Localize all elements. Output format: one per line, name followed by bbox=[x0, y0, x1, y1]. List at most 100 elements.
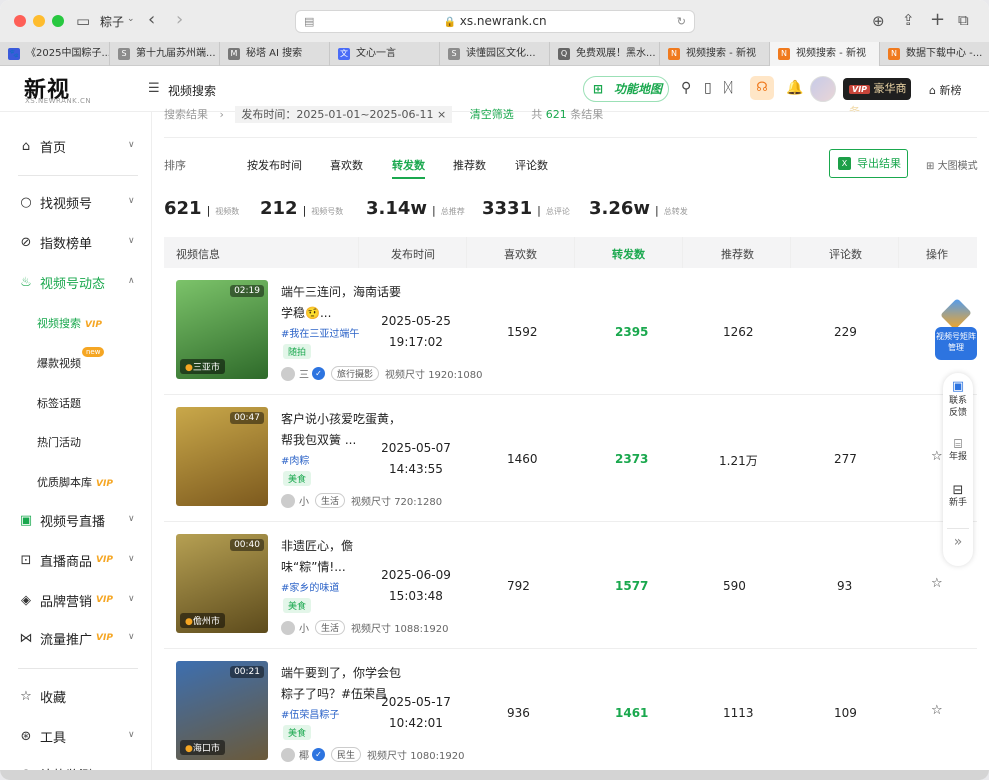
sidebar-item-brand-marketing[interactable]: ◈ 品牌营销 VIP bbox=[18, 590, 113, 610]
sidebar-item-scripts[interactable]: 优质脚本库 VIP bbox=[37, 474, 113, 490]
avatar[interactable] bbox=[810, 76, 836, 102]
table-row[interactable]: 00:40 ●儋州市 非遗匠心，儋味“粽”情!... #家乡的味道 美食小生活 视频尺寸 … bbox=[164, 522, 977, 649]
crumb-results[interactable]: 搜索结果 bbox=[164, 108, 208, 121]
chevron-down-icon[interactable]: ∨ bbox=[128, 594, 135, 604]
sidebar-item-hot-events[interactable]: 热门活动 bbox=[37, 434, 81, 450]
home-link[interactable]: ⌂ 新榜 bbox=[929, 82, 961, 98]
sort-option[interactable]: 按发布时间 bbox=[247, 157, 302, 173]
scrollbar-track[interactable] bbox=[0, 770, 989, 780]
table-row[interactable]: 00:47 客户说小孩爱吃蛋黄，帮我包双簧 ... #肉粽 美食小生活 视频尺寸 720… bbox=[164, 395, 977, 522]
video-hashtag[interactable]: #我在三亚过端午 bbox=[281, 325, 359, 340]
chevron-down-icon[interactable]: ⌄ bbox=[127, 14, 135, 24]
headset-icon[interactable]: ☊ bbox=[750, 76, 774, 100]
sidebar-item-home[interactable]: ⌂ 首页 bbox=[18, 136, 66, 156]
column-header[interactable]: 视频信息 bbox=[176, 246, 220, 262]
browser-tab[interactable]: S 读懂园区文化... bbox=[440, 42, 550, 66]
menu-icon[interactable]: ☰ bbox=[148, 81, 160, 96]
search-icon[interactable]: ⚲ bbox=[681, 80, 691, 96]
column-header[interactable]: 操作 bbox=[926, 246, 948, 262]
column-header[interactable]: 转发数 bbox=[612, 246, 645, 262]
author-name[interactable]: 三 bbox=[299, 366, 309, 381]
close-window-button[interactable] bbox=[14, 15, 26, 27]
browser-tab[interactable]: Q 免费观展！黑水... bbox=[550, 42, 660, 66]
favorite-star-icon[interactable]: ☆ bbox=[931, 449, 943, 464]
chevron-up-icon[interactable]: ∧ bbox=[128, 276, 135, 286]
vip-badge[interactable]: VIP 豪华商务 bbox=[843, 78, 911, 118]
forward-icon[interactable]: › bbox=[176, 9, 183, 30]
video-thumbnail[interactable]: 00:21 ●海口市 bbox=[176, 661, 268, 760]
column-header[interactable]: 评论数 bbox=[829, 246, 862, 262]
author-name[interactable]: 小 bbox=[299, 493, 309, 508]
column-header[interactable]: 推荐数 bbox=[721, 246, 754, 262]
browser-tab[interactable]: 文文心一言 bbox=[330, 42, 440, 66]
export-button[interactable]: X 导出结果 bbox=[829, 149, 908, 178]
sort-option[interactable]: 推荐数 bbox=[453, 157, 486, 173]
sidebar-item-live-goods[interactable]: ⊡ 直播商品 VIP bbox=[18, 550, 113, 570]
sidebar-item-index-rank[interactable]: ⊘ 指数榜单 bbox=[18, 232, 92, 252]
new-tab-icon[interactable]: + bbox=[930, 9, 945, 30]
favorite-star-icon[interactable]: ☆ bbox=[931, 576, 943, 591]
app-icon[interactable]: ᛞ bbox=[724, 80, 732, 96]
date-filter-chip[interactable]: 发布时间：2025-01-01~2025-06-11 × bbox=[235, 106, 453, 123]
chevron-down-icon[interactable]: ∨ bbox=[128, 140, 135, 150]
chevron-down-icon[interactable]: ∨ bbox=[128, 196, 135, 206]
sort-option[interactable]: 转发数 bbox=[392, 157, 425, 179]
download-icon[interactable]: ⊕ bbox=[872, 12, 885, 30]
browser-tab[interactable]: N 视频搜索 - 新视 bbox=[660, 42, 770, 66]
address-bar[interactable]: ▤ 🔒 xs.newrank.cn ↻ bbox=[295, 10, 695, 33]
sidebar-item-find-channel[interactable]: ○ 找视频号 bbox=[18, 192, 92, 212]
video-hashtag[interactable]: #肉粽 bbox=[281, 452, 309, 467]
author-avatar[interactable] bbox=[281, 620, 295, 635]
chevron-down-icon[interactable]: ∨ bbox=[128, 514, 135, 524]
video-thumbnail[interactable]: 02:19 ●三亚市 bbox=[176, 280, 268, 379]
matrix-manage-widget[interactable]: 视频号矩阵管理 bbox=[933, 298, 979, 361]
sidebar-toggle-icon[interactable]: ▭ bbox=[76, 12, 90, 30]
video-thumbnail[interactable]: 00:40 ●儋州市 bbox=[176, 534, 268, 633]
table-row[interactable]: 00:21 ●海口市 端午要到了，你学会包粽子了吗？#伍荣昌 #伍荣昌粽子 美食椰 ✓ 民生… bbox=[164, 649, 977, 776]
sidebar-item-tag-topics[interactable]: 标签话题 bbox=[37, 395, 81, 411]
browser-tab[interactable]: M 秘塔 AI 搜索 bbox=[220, 42, 330, 66]
bell-icon[interactable]: 🔔 bbox=[786, 80, 803, 96]
sidebar-item-traffic[interactable]: ⋈ 流量推广 VIP bbox=[18, 628, 113, 648]
favorite-star-icon[interactable]: ☆ bbox=[931, 703, 943, 718]
browser-tab[interactable]: N 数据下载中心 -... bbox=[880, 42, 989, 66]
clear-filters-link[interactable]: 清空筛选 bbox=[470, 108, 514, 121]
reload-icon[interactable]: ↻ bbox=[677, 11, 686, 32]
chevron-down-icon[interactable]: ∨ bbox=[128, 632, 135, 642]
close-icon[interactable]: × bbox=[437, 108, 446, 121]
author-avatar[interactable] bbox=[281, 366, 295, 381]
author-name[interactable]: 小 bbox=[299, 620, 309, 635]
table-row[interactable]: 02:19 ●三亚市 端午三连问，海南话要学稳🤨... #我在三亚过端午 随拍三 ✓ 旅行摄… bbox=[164, 268, 977, 395]
page-settings-icon[interactable]: ▤ bbox=[304, 11, 314, 32]
video-hashtag[interactable]: #伍荣昌粽子 bbox=[281, 706, 339, 721]
big-mode-toggle[interactable]: ⊞ 大图模式 bbox=[926, 157, 978, 172]
report-button[interactable]: ⌸ 年报 bbox=[943, 438, 973, 463]
author-avatar[interactable] bbox=[281, 493, 295, 508]
sort-option[interactable]: 评论数 bbox=[515, 157, 548, 173]
browser-tab[interactable]: S 第十九届苏州端... bbox=[110, 42, 220, 66]
feedback-button[interactable]: ▣ 联系反馈 bbox=[943, 380, 973, 419]
column-header[interactable]: 发布时间 bbox=[391, 246, 435, 262]
feature-map-button[interactable]: ⊞ 功能地图 bbox=[583, 76, 669, 102]
sort-option[interactable]: 喜欢数 bbox=[330, 157, 363, 173]
sidebar-item-video-search[interactable]: 视频搜索 VIP bbox=[37, 315, 102, 331]
share-icon[interactable]: ⇪ bbox=[902, 11, 915, 29]
sidebar-item-favorites[interactable]: ☆ 收藏 bbox=[18, 686, 66, 706]
author-avatar[interactable] bbox=[281, 747, 295, 762]
video-hashtag[interactable]: #家乡的味道 bbox=[281, 579, 339, 594]
zoom-window-button[interactable] bbox=[52, 15, 64, 27]
tab-overview-icon[interactable]: ⧉ bbox=[958, 11, 969, 29]
column-header[interactable]: 喜欢数 bbox=[504, 246, 537, 262]
chevron-down-icon[interactable]: ∨ bbox=[128, 730, 135, 740]
sidebar-item-live[interactable]: ▣ 视频号直播 bbox=[18, 510, 105, 530]
sidebar-item-hot-videos[interactable]: 爆款视频 bbox=[37, 355, 81, 371]
chevron-down-icon[interactable]: ∨ bbox=[128, 554, 135, 564]
collapse-panel-icon[interactable]: » bbox=[943, 535, 973, 549]
browser-tab[interactable]: 🐾 《2025中国粽子... bbox=[0, 42, 110, 66]
guide-button[interactable]: ⊟ 新手 bbox=[943, 484, 973, 509]
sidebar-item-tools[interactable]: ⊛ 工具 bbox=[18, 726, 66, 746]
minimize-window-button[interactable] bbox=[33, 15, 45, 27]
mobile-icon[interactable]: ▯ bbox=[704, 80, 712, 96]
back-icon[interactable]: ‹ bbox=[148, 9, 155, 30]
browser-tab[interactable]: N 视频搜索 - 新视 bbox=[770, 42, 880, 66]
